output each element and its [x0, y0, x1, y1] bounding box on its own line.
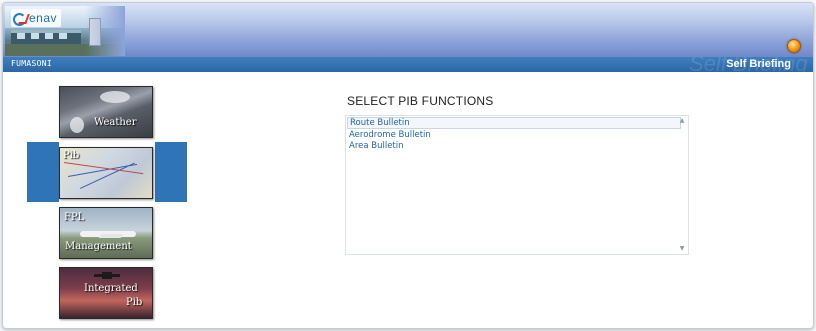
nav-fpl-label-line2: Management: [65, 241, 132, 252]
list-item-aerodrome-bulletin[interactable]: Aerodrome Bulletin: [349, 130, 431, 140]
list-item-route-bulletin[interactable]: Route Bulletin: [347, 117, 681, 129]
status-orb-icon[interactable]: [787, 39, 801, 53]
page-title: SELECT PIB FUNCTIONS: [347, 94, 494, 108]
enav-logo: enav: [11, 9, 62, 27]
nav-integrated-label-line2: Pib: [126, 297, 143, 308]
header-banner: enav: [3, 3, 813, 57]
nav-fpl-management[interactable]: FPL Management: [59, 207, 153, 259]
username: FUMASONI: [11, 59, 52, 68]
app-title: Self Briefing: [726, 58, 791, 70]
nav-integrated-label-line1: Integrated: [84, 283, 138, 294]
nav-weather[interactable]: Weather: [59, 86, 153, 138]
app-frame: enav FUMASONI Self Briefing Self Briefin…: [2, 2, 814, 329]
enav-logo-icon: [13, 11, 29, 26]
pib-functions-list[interactable]: Route Bulletin Aerodrome Bulletin Area B…: [345, 115, 689, 255]
nav-fpl-label-line1: FPL: [64, 212, 85, 223]
scroll-down-icon[interactable]: ▼: [678, 245, 686, 253]
logo-text: enav: [29, 11, 58, 25]
nav-pib[interactable]: Pib: [59, 147, 153, 199]
nav-integrated-pib[interactable]: Integrated Pib: [59, 267, 153, 319]
nav-weather-label: Weather: [94, 117, 137, 128]
user-bar: FUMASONI Self Briefing Self Briefing: [3, 57, 813, 72]
scroll-up-icon[interactable]: ▲: [678, 117, 686, 125]
list-item-area-bulletin[interactable]: Area Bulletin: [349, 141, 404, 151]
nav-pib-label: Pib: [63, 150, 80, 161]
